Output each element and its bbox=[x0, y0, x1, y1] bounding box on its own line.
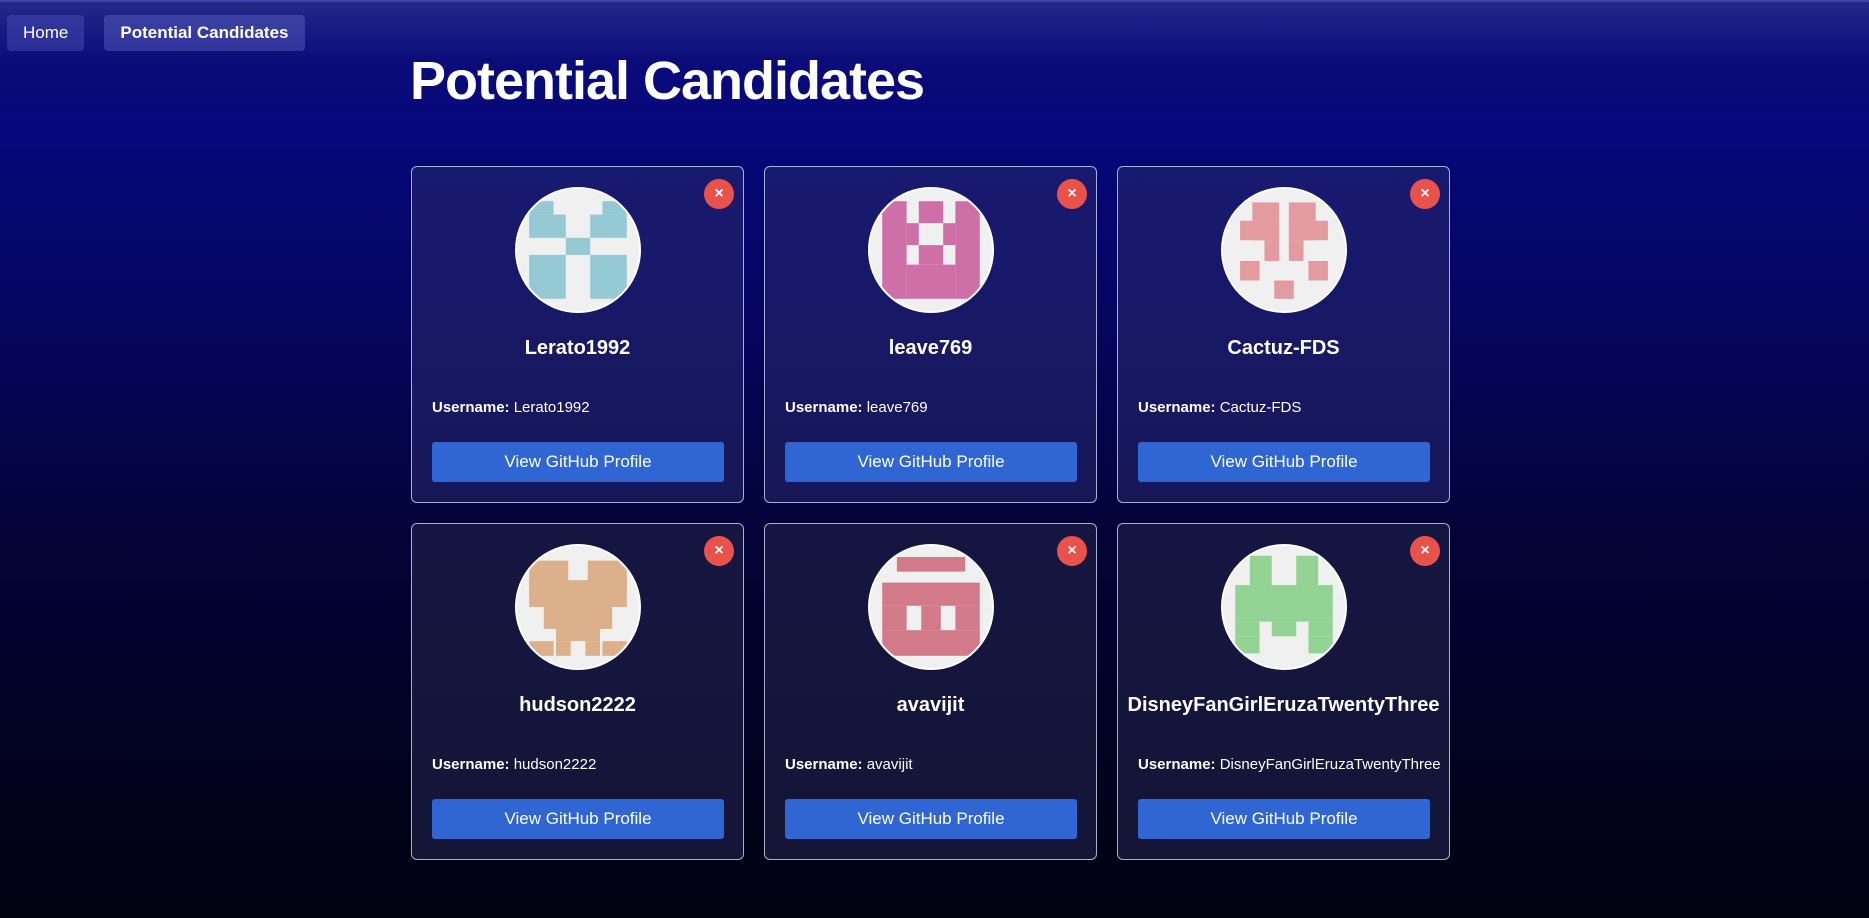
candidate-name: DisneyFanGirlEruzaTwentyThree bbox=[1127, 694, 1440, 716]
identicon-avatar bbox=[515, 187, 641, 313]
candidate-card: × hudson2222 Username: hudson2222 View G… bbox=[411, 523, 744, 860]
remove-candidate-button[interactable]: × bbox=[1410, 536, 1440, 566]
username-label: Username: bbox=[432, 399, 510, 416]
remove-candidate-button[interactable]: × bbox=[1410, 179, 1440, 209]
view-github-profile-button[interactable]: View GitHub Profile bbox=[785, 442, 1077, 482]
username-value: Cactuz-FDS bbox=[1219, 399, 1302, 416]
username-label: Username: bbox=[432, 756, 510, 773]
remove-candidate-button[interactable]: × bbox=[704, 179, 734, 209]
identicon-avatar bbox=[868, 544, 994, 670]
nav-home-link[interactable]: Home bbox=[7, 15, 85, 51]
candidate-card: × Lerato1992 Username: Lerato1992 View G… bbox=[411, 166, 744, 503]
identicon-avatar bbox=[868, 187, 994, 313]
candidate-name: leave769 bbox=[888, 337, 973, 359]
candidate-username: Username: leave769 bbox=[785, 399, 928, 416]
identicon-avatar bbox=[1221, 187, 1347, 313]
remove-candidate-button[interactable]: × bbox=[704, 536, 734, 566]
view-github-profile-button[interactable]: View GitHub Profile bbox=[432, 799, 724, 839]
identicon-avatar bbox=[1221, 544, 1347, 670]
identicon-avatar bbox=[515, 544, 641, 670]
candidate-username: Username: avavijit bbox=[785, 756, 913, 773]
candidate-name: avavijit bbox=[896, 694, 965, 716]
username-value: DisneyFanGirlEruzaTwentyThree bbox=[1219, 756, 1441, 773]
top-nav: Home Potential Candidates bbox=[7, 15, 305, 51]
page-title: Potential Candidates bbox=[410, 51, 925, 111]
candidate-username: Username: Cactuz-FDS bbox=[1138, 399, 1301, 416]
username-label: Username: bbox=[1138, 399, 1216, 416]
candidate-username: Username: Lerato1992 bbox=[432, 399, 590, 416]
username-value: hudson2222 bbox=[513, 756, 597, 773]
view-github-profile-button[interactable]: View GitHub Profile bbox=[785, 799, 1077, 839]
username-label: Username: bbox=[1138, 756, 1216, 773]
view-github-profile-button[interactable]: View GitHub Profile bbox=[432, 442, 724, 482]
candidate-card: × Cactuz-FDS Username: Cactuz-FDS View G… bbox=[1117, 166, 1450, 503]
remove-candidate-button[interactable]: × bbox=[1057, 179, 1087, 209]
candidate-card: × leave769 Username: leave769 View GitHu… bbox=[764, 166, 1097, 503]
username-value: Lerato1992 bbox=[513, 399, 590, 416]
nav-potential-candidates-link[interactable]: Potential Candidates bbox=[104, 15, 305, 51]
remove-candidate-button[interactable]: × bbox=[1057, 536, 1087, 566]
candidate-username: Username: DisneyFanGirlEruzaTwentyThree bbox=[1138, 756, 1441, 773]
username-label: Username: bbox=[785, 399, 863, 416]
candidate-name: hudson2222 bbox=[519, 694, 636, 716]
top-border bbox=[0, 0, 1869, 2]
candidate-card: × DisneyFanGirlEruzaTwentyThree Username… bbox=[1117, 523, 1450, 860]
view-github-profile-button[interactable]: View GitHub Profile bbox=[1138, 442, 1430, 482]
username-value: avavijit bbox=[866, 756, 913, 773]
username-value: leave769 bbox=[866, 399, 928, 416]
candidate-name: Lerato1992 bbox=[524, 337, 631, 359]
candidate-username: Username: hudson2222 bbox=[432, 756, 596, 773]
candidate-grid: × Lerato1992 Username: Lerato1992 View G… bbox=[411, 166, 1450, 860]
candidate-name: Cactuz-FDS bbox=[1227, 337, 1340, 359]
username-label: Username: bbox=[785, 756, 863, 773]
view-github-profile-button[interactable]: View GitHub Profile bbox=[1138, 799, 1430, 839]
candidate-card: × avavijit Username: avavijit View GitHu… bbox=[764, 523, 1097, 860]
